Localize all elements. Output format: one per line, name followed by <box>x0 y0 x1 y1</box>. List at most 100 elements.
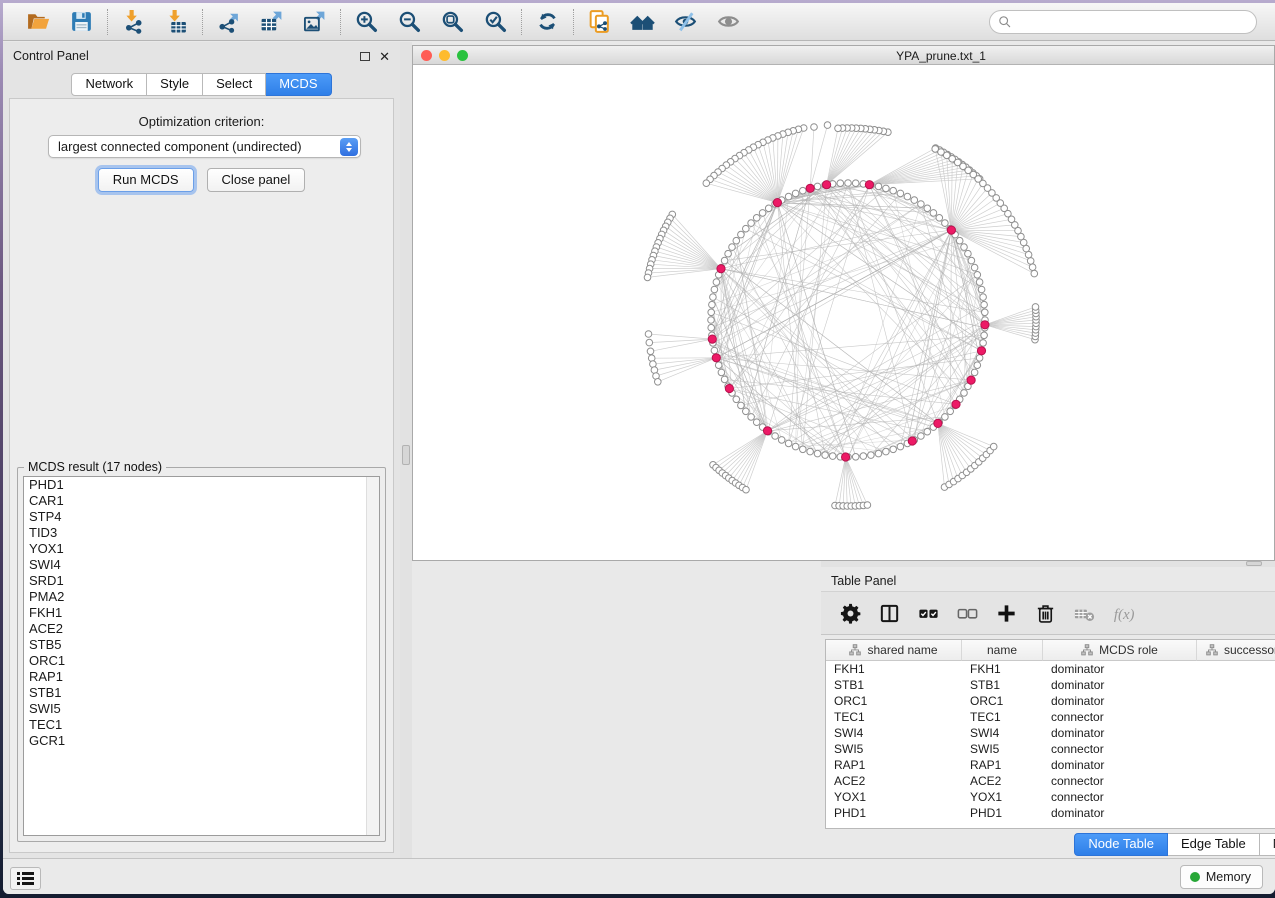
delete-column-icon[interactable] <box>1030 598 1060 628</box>
mcds-node-item[interactable]: GCR1 <box>24 733 379 749</box>
tab-select[interactable]: Select <box>203 73 266 96</box>
save-session-icon[interactable] <box>68 8 95 35</box>
control-panel-header: Control Panel ✕ <box>3 44 400 68</box>
cell-name: TEC1 <box>962 709 1043 725</box>
column-header-name[interactable]: name <box>962 640 1043 661</box>
table-row[interactable]: SWI4SWI4dominator462 <box>826 725 1275 741</box>
optimization-select[interactable]: largest connected component (undirected) <box>48 135 361 158</box>
search-box[interactable] <box>989 10 1257 34</box>
memory-status-icon <box>1190 872 1200 882</box>
mcds-node-item[interactable]: TID3 <box>24 525 379 541</box>
mcds-node-item[interactable]: STP4 <box>24 509 379 525</box>
table-row[interactable]: YOX1YOX1connector291 <box>826 789 1275 805</box>
table-panel-header: Table Panel ✕ <box>821 569 1275 593</box>
mcds-node-item[interactable]: ORC1 <box>24 653 379 669</box>
export-table-icon[interactable] <box>258 8 285 35</box>
vertical-splitter[interactable] <box>400 42 412 858</box>
tab-node-table[interactable]: Node Table <box>1074 833 1168 856</box>
table-row[interactable]: SWI5SWI5connector431 <box>826 741 1275 757</box>
import-table-icon[interactable] <box>163 8 190 35</box>
float-panel-icon[interactable] <box>360 52 370 61</box>
cell-successor-nodes: 62 <box>1197 677 1275 693</box>
close-panel-button[interactable]: Close panel <box>207 168 306 192</box>
cell-shared-name: STB1 <box>826 677 962 693</box>
column-chooser-icon[interactable] <box>874 598 904 628</box>
open-file-icon[interactable] <box>25 8 52 35</box>
export-image-icon[interactable] <box>301 8 328 35</box>
zoom-fit-icon[interactable] <box>439 8 466 35</box>
mcds-node-item[interactable]: RAP1 <box>24 669 379 685</box>
node-table[interactable]: shared namenameMCDS rolesuccessor nodesp… <box>825 639 1275 829</box>
search-input[interactable] <box>1013 12 1256 32</box>
cell-MCDS-role: connector <box>1043 709 1197 725</box>
import-network-icon[interactable] <box>120 8 147 35</box>
cell-name: FKH1 <box>962 661 1043 677</box>
list-scrollbar[interactable] <box>366 477 379 835</box>
cell-shared-name: RAP1 <box>826 757 962 773</box>
splitter-grip[interactable] <box>402 445 410 465</box>
export-network-icon[interactable] <box>215 8 242 35</box>
tab-network-table[interactable]: Network Table <box>1260 833 1275 856</box>
cell-shared-name: FKH1 <box>826 661 962 677</box>
cell-MCDS-role: connector <box>1043 789 1197 805</box>
table-row[interactable]: ACE2ACE2connector311 <box>826 773 1275 789</box>
mcds-node-item[interactable]: FKH1 <box>24 605 379 621</box>
table-row[interactable]: FKH1FKH1dominator962 <box>826 661 1275 677</box>
memory-button[interactable]: Memory <box>1180 865 1263 889</box>
apply-layout-icon[interactable] <box>534 8 561 35</box>
mcds-node-item[interactable]: STB5 <box>24 637 379 653</box>
mcds-node-item[interactable]: ACE2 <box>24 621 379 637</box>
zoom-out-icon[interactable] <box>396 8 423 35</box>
mcds-node-item[interactable]: SWI5 <box>24 701 379 717</box>
close-panel-icon[interactable]: ✕ <box>379 50 390 63</box>
tab-network[interactable]: Network <box>71 73 147 96</box>
show-all-icon[interactable] <box>715 8 742 35</box>
cell-MCDS-role: dominator <box>1043 693 1197 709</box>
cell-successor-nodes: 18 <box>1197 805 1275 821</box>
column-header-successor-nodes[interactable]: successor nodes <box>1197 640 1275 661</box>
splitter-grip[interactable] <box>1246 561 1262 566</box>
mcds-node-item[interactable]: PHD1 <box>24 477 379 493</box>
control-panel-tabs: NetworkStyleSelectMCDS <box>3 73 400 96</box>
mcds-node-item[interactable]: YOX1 <box>24 541 379 557</box>
cell-name: ORC1 <box>962 693 1043 709</box>
status-bar: Memory <box>3 858 1275 894</box>
hide-selected-icon[interactable] <box>672 8 699 35</box>
table-row[interactable]: RAP1RAP1dominator352 <box>826 757 1275 773</box>
table-row[interactable]: ORC1ORC1dominator610 <box>826 693 1275 709</box>
new-network-from-selection-icon[interactable] <box>586 8 613 35</box>
close-window-icon[interactable] <box>421 50 432 61</box>
task-history-button[interactable] <box>10 867 41 890</box>
cell-name: PHD1 <box>962 805 1043 821</box>
minimize-window-icon[interactable] <box>439 50 450 61</box>
add-column-icon[interactable] <box>991 598 1021 628</box>
mcds-result-list[interactable]: PHD1CAR1STP4TID3YOX1SWI4SRD1PMA2FKH1ACE2… <box>23 476 380 836</box>
mcds-node-item[interactable]: STB1 <box>24 685 379 701</box>
deselect-all-icon[interactable] <box>952 598 982 628</box>
first-neighbors-icon[interactable] <box>629 8 656 35</box>
network-graph-canvas[interactable] <box>413 65 1274 560</box>
select-all-icon[interactable] <box>913 598 943 628</box>
mcds-node-item[interactable]: PMA2 <box>24 589 379 605</box>
mcds-node-item[interactable]: CAR1 <box>24 493 379 509</box>
table-row[interactable]: STB1STB1dominator620 <box>826 677 1275 693</box>
table-settings-icon[interactable] <box>835 598 865 628</box>
tab-mcds[interactable]: MCDS <box>266 73 331 96</box>
column-header-shared-name[interactable]: shared name <box>826 640 962 661</box>
mcds-node-item[interactable]: SRD1 <box>24 573 379 589</box>
table-toolbar: f(x) <box>821 591 1275 635</box>
zoom-in-icon[interactable] <box>353 8 380 35</box>
mcds-node-item[interactable]: TEC1 <box>24 717 379 733</box>
table-row[interactable]: PHD1PHD1dominator180 <box>826 805 1275 821</box>
run-mcds-button[interactable]: Run MCDS <box>98 168 194 192</box>
tab-edge-table[interactable]: Edge Table <box>1168 833 1260 856</box>
cell-successor-nodes: 29 <box>1197 789 1275 805</box>
zoom-selected-icon[interactable] <box>482 8 509 35</box>
select-stepper-icon <box>340 138 358 156</box>
table-row[interactable]: TEC1TEC1connector472 <box>826 709 1275 725</box>
column-header-MCDS-role[interactable]: MCDS role <box>1043 640 1197 661</box>
tab-style[interactable]: Style <box>147 73 203 96</box>
cell-MCDS-role: dominator <box>1043 757 1197 773</box>
mcds-node-item[interactable]: SWI4 <box>24 557 379 573</box>
maximize-window-icon[interactable] <box>457 50 468 61</box>
